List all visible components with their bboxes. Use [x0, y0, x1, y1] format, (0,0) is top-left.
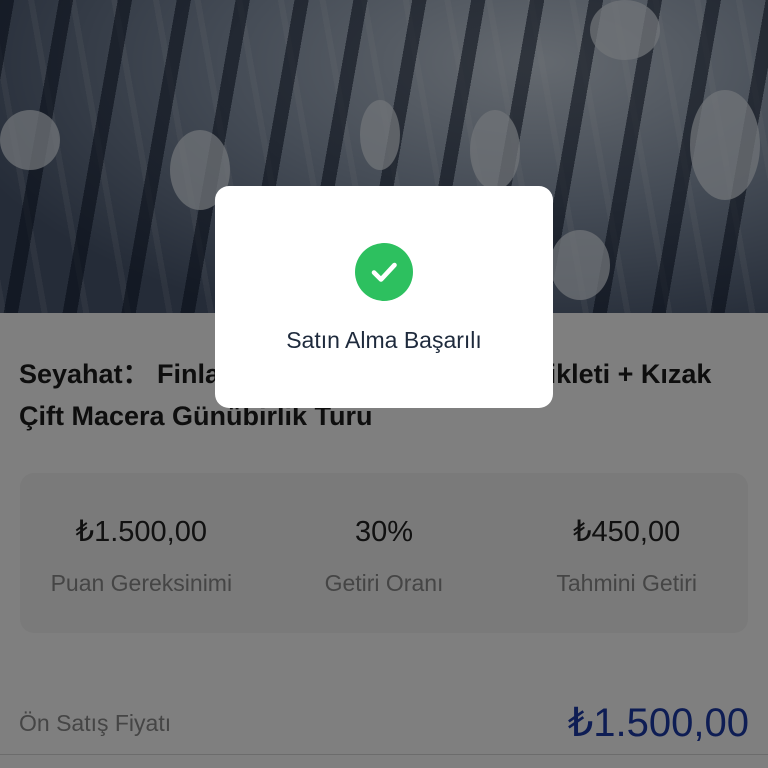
- purchase-page: Seyahat： Finlandiya Laponya Kar Motosikl…: [0, 0, 768, 768]
- toast-message: Satın Alma Başarılı: [286, 327, 482, 353]
- purchase-success-toast: Satın Alma Başarılı: [215, 186, 553, 408]
- check-circle-icon: [355, 243, 413, 301]
